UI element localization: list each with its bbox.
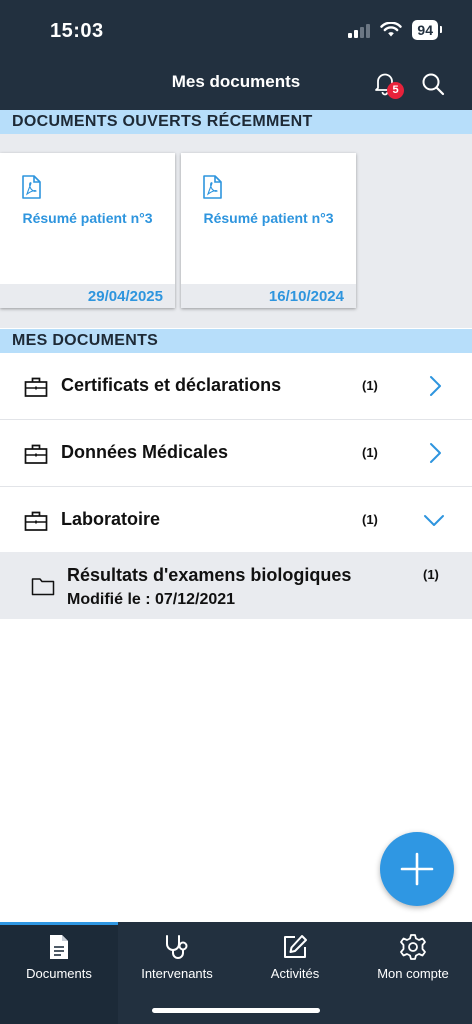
notification-badge: 5 xyxy=(387,82,404,99)
add-document-button[interactable] xyxy=(380,832,454,906)
recent-document-title: Résumé patient n°3 xyxy=(203,210,334,226)
document-icon xyxy=(50,935,68,959)
folder-icon xyxy=(31,578,55,596)
chevron-down-icon[interactable] xyxy=(423,509,445,531)
tab-label: Intervenants xyxy=(141,966,213,981)
tab-documents[interactable]: Documents xyxy=(0,922,118,1024)
chevron-right-icon[interactable] xyxy=(425,375,445,397)
status-indicators: 94 xyxy=(348,20,442,40)
folder-label: Données Médicales xyxy=(61,442,229,462)
recent-document-title: Résumé patient n°3 xyxy=(22,210,153,226)
subfolder-count: (1) xyxy=(423,567,439,582)
folder-count: (1) xyxy=(362,445,378,460)
recent-document-card[interactable]: Résumé patient n°3 16/10/2024 xyxy=(181,153,356,308)
tab-label: Activités xyxy=(270,966,320,981)
tab-label: Documents xyxy=(26,966,92,981)
home-indicator[interactable] xyxy=(152,1008,320,1013)
chevron-right-icon[interactable] xyxy=(425,442,445,464)
subfolder-modified-date: Modifié le : 07/12/2021 xyxy=(67,591,236,608)
folder-row-laboratoire[interactable]: Laboratoire (1) xyxy=(0,487,472,554)
tab-mon-compte[interactable]: Mon compte xyxy=(354,922,472,1024)
briefcase-icon xyxy=(24,444,48,464)
pdf-icon xyxy=(203,175,222,199)
battery-indicator: 94 xyxy=(412,20,442,40)
subfolder-label: Résultats d'examens biologiques xyxy=(67,565,352,585)
status-time: 15:03 xyxy=(50,20,104,42)
plus-icon xyxy=(400,852,434,886)
subfolder-row-resultats[interactable]: Résultats d'examens biologiques Modifié … xyxy=(0,552,472,619)
pdf-icon xyxy=(22,175,41,199)
recent-document-date: 29/04/2025 xyxy=(0,284,175,308)
briefcase-icon xyxy=(24,511,48,531)
stethoscope-icon xyxy=(166,935,188,959)
folder-count: (1) xyxy=(362,512,378,527)
recent-document-card[interactable]: Résumé patient n°3 29/04/2025 xyxy=(0,153,175,308)
recent-section-title: DOCUMENTS OUVERTS RÉCEMMENT xyxy=(0,110,472,134)
folder-label: Laboratoire xyxy=(61,509,161,529)
edit-icon xyxy=(284,935,307,958)
folder-row-donnees-medicales[interactable]: Données Médicales (1) xyxy=(0,420,472,487)
signal-icon xyxy=(348,22,371,38)
folder-count: (1) xyxy=(362,378,378,393)
recent-document-date: 16/10/2024 xyxy=(181,284,356,308)
search-icon[interactable] xyxy=(420,71,446,97)
top-bar: 15:03 94 Mes documents 5 xyxy=(0,0,472,110)
gear-icon xyxy=(400,934,426,960)
tab-label: Mon compte xyxy=(377,966,449,981)
wifi-icon xyxy=(380,22,403,37)
folder-row-certificats[interactable]: Certificats et déclarations (1) xyxy=(0,353,472,420)
briefcase-icon xyxy=(24,377,48,397)
folder-label: Certificats et déclarations xyxy=(61,375,282,395)
documents-section-title: MES DOCUMENTS xyxy=(0,329,472,353)
